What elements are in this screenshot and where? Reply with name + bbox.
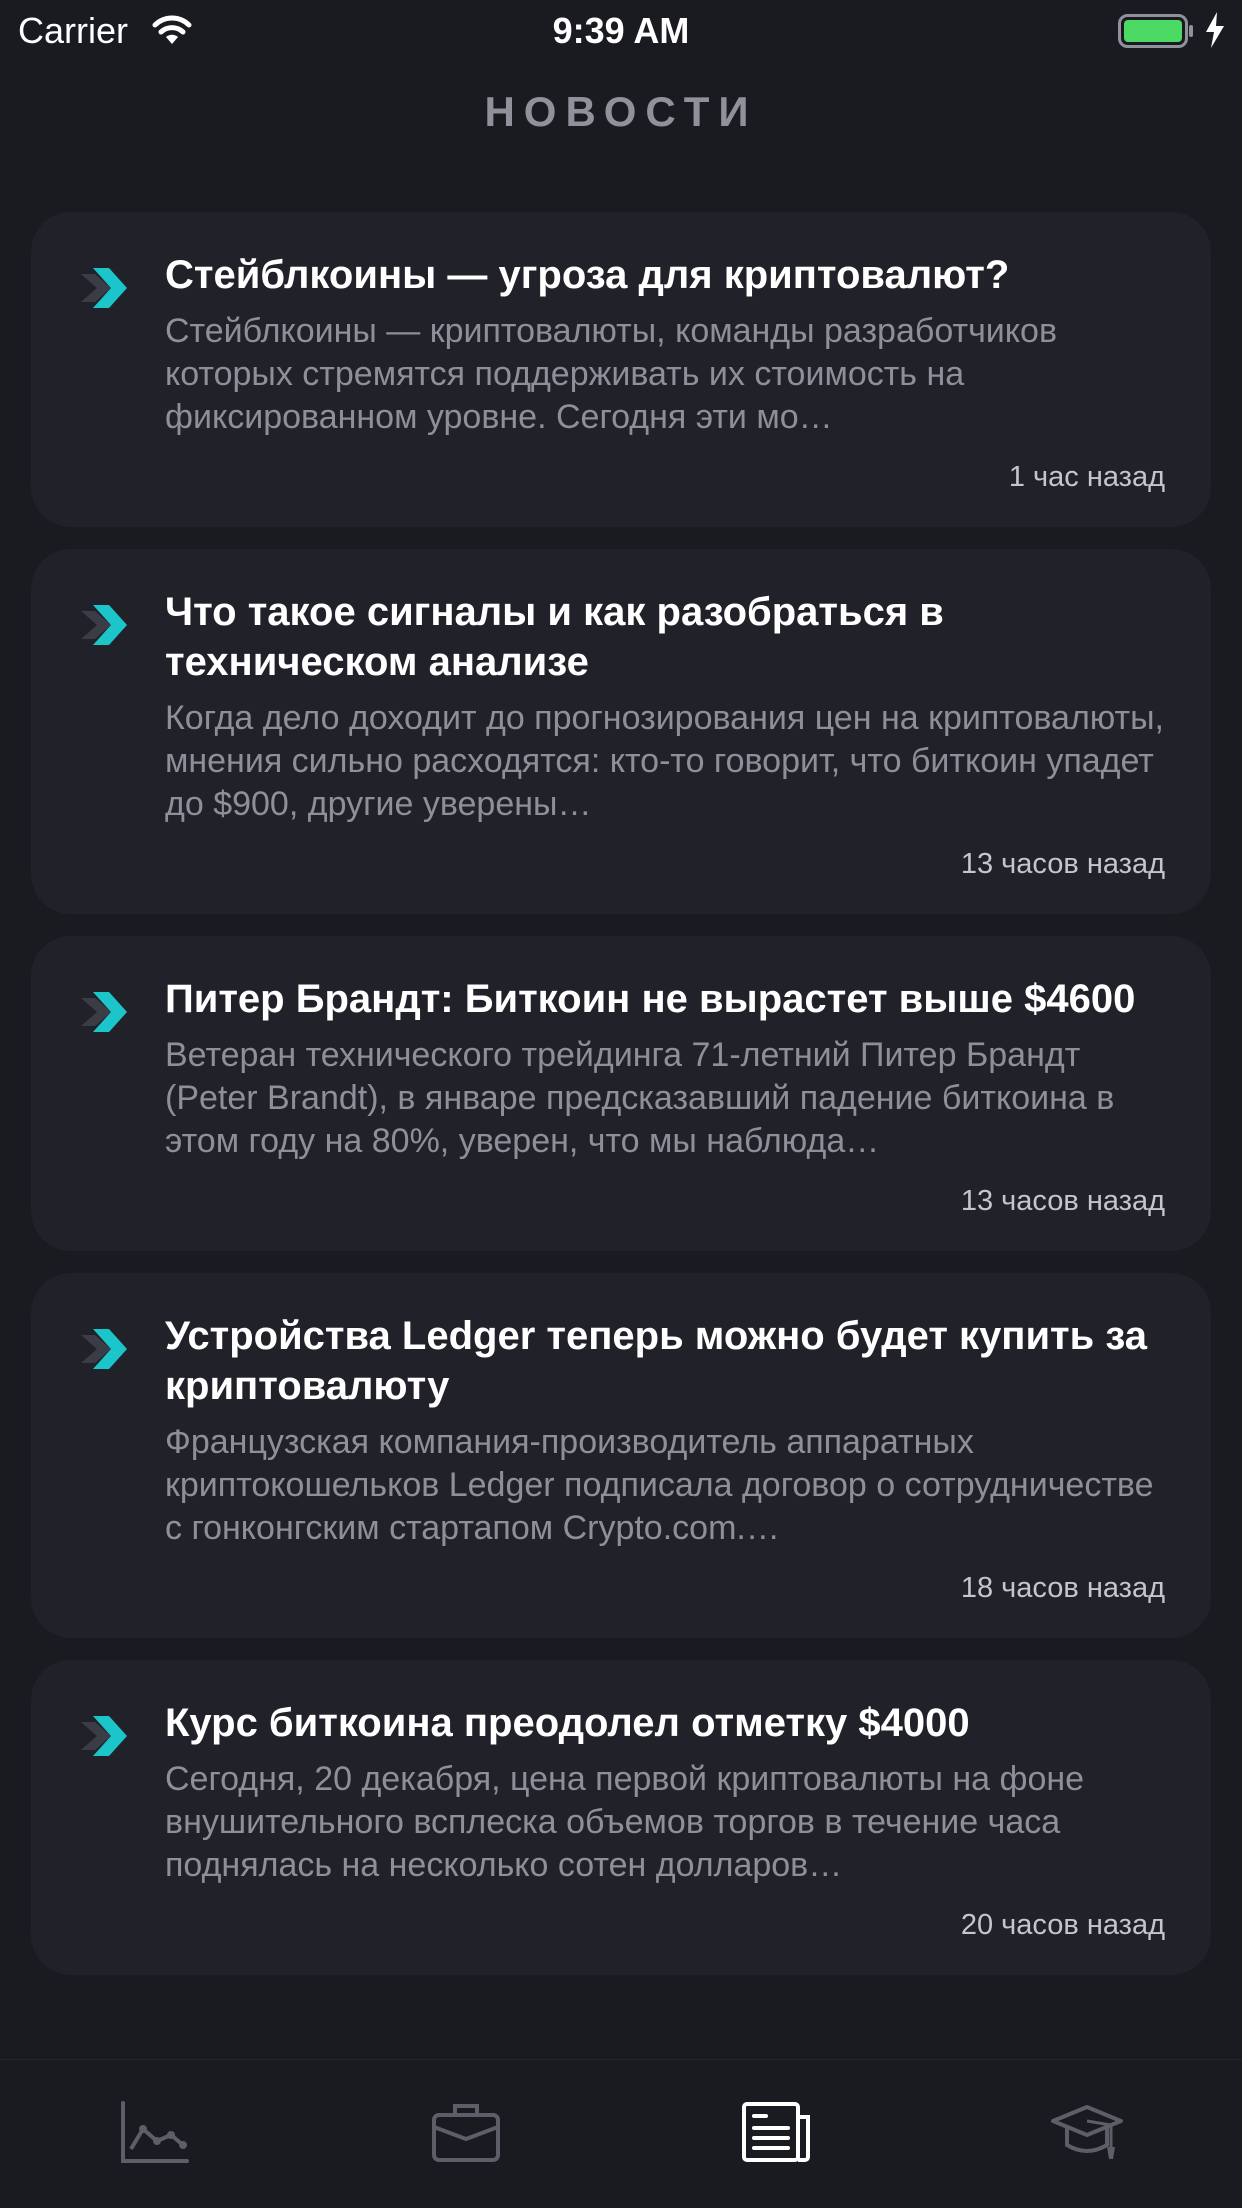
news-excerpt: Стейблкоины — криптовалюты, команды разр… (165, 312, 1058, 436)
page-title: НОВОСТИ (484, 88, 758, 135)
source-logo-icon (75, 984, 131, 1040)
status-time: 9:39 AM (552, 10, 690, 51)
tab-portfolio[interactable] (311, 2060, 622, 2208)
news-icon (741, 2101, 811, 2168)
news-title: Курс биткоина преодолел отметку $4000 (165, 1701, 970, 1745)
news-card[interactable]: Что такое сигналы и как разобраться в те… (31, 549, 1211, 914)
news-card[interactable]: Питер Брандт: Биткоин не вырастет выше $… (31, 936, 1211, 1251)
news-title: Устройства Ledger теперь можно будет куп… (165, 1314, 1147, 1408)
news-excerpt: Когда дело доходит до прогнозирования це… (165, 699, 1164, 823)
news-card[interactable]: Курс биткоина преодолел отметку $4000 Се… (31, 1660, 1211, 1975)
news-time: 13 часов назад (960, 848, 1165, 880)
chart-icon (119, 2099, 191, 2170)
news-time: 1 час назад (1008, 461, 1165, 493)
news-list: Стейблкоины — угроза для криптовалют? Ст… (31, 212, 1211, 1997)
charging-bolt-icon (1204, 12, 1226, 53)
news-time: 18 часов назад (960, 1572, 1165, 1604)
tab-news[interactable] (621, 2060, 932, 2208)
news-screen: Carrier 9:39 AM НОВОСТИ Стейблкоины — уг… (0, 0, 1242, 2208)
tab-bar (0, 2059, 1242, 2208)
news-card[interactable]: Устройства Ledger теперь можно будет куп… (31, 1273, 1211, 1638)
news-title: Стейблкоины — угроза для криптовалют? (165, 253, 1010, 297)
news-excerpt: Ветеран технического трейдинга 71-летний… (165, 1036, 1115, 1160)
battery-icon (1118, 14, 1194, 53)
news-title: Питер Брандт: Биткоин не вырастет выше $… (165, 977, 1136, 1021)
news-excerpt: Французская компания-производитель аппар… (165, 1423, 1154, 1547)
news-card[interactable]: Стейблкоины — угроза для криптовалют? Ст… (31, 212, 1211, 527)
source-logo-icon (75, 260, 131, 316)
tab-learning[interactable] (932, 2060, 1242, 2208)
briefcase-icon (431, 2101, 501, 2168)
source-logo-icon (75, 597, 131, 653)
graduation-cap-icon (1050, 2101, 1123, 2168)
news-excerpt: Сегодня, 20 декабря, цена первой криптов… (165, 1760, 1085, 1884)
source-logo-icon (75, 1708, 131, 1764)
news-title: Что такое сигналы и как разобраться в те… (165, 590, 944, 684)
news-time: 13 часов назад (960, 1185, 1165, 1217)
source-logo-icon (75, 1321, 131, 1377)
tab-charts[interactable] (0, 2060, 311, 2208)
news-time: 20 часов назад (960, 1909, 1165, 1941)
status-bar: Carrier 9:39 AM (0, 0, 1242, 62)
